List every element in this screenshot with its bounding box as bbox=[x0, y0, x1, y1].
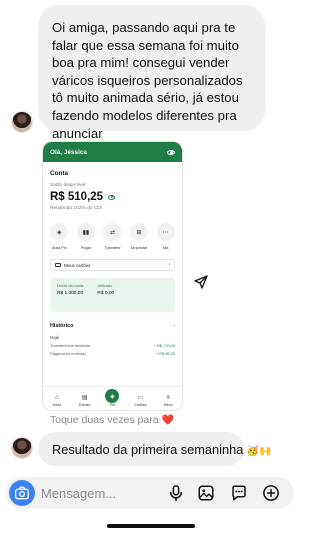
contact-avatar[interactable] bbox=[11, 111, 33, 133]
tab-label: Início bbox=[52, 403, 62, 407]
camera-button[interactable] bbox=[9, 480, 35, 506]
pix-icon: ◈ bbox=[50, 223, 69, 241]
more-icon: ⋯ bbox=[156, 223, 175, 241]
sticker-icon[interactable] bbox=[230, 484, 248, 502]
action-label: Ma bbox=[162, 245, 169, 250]
transfer-icon: ⇄ bbox=[103, 223, 122, 241]
tab-home: ⌂ Início bbox=[47, 395, 67, 407]
used-value: R$ 0,00 bbox=[97, 291, 115, 296]
action-deposit: ⊞ Depositar bbox=[130, 223, 149, 250]
message-text-1: Oi amiga, passando aqui pra te falar que… bbox=[52, 20, 243, 141]
history-header: Histórico › bbox=[50, 323, 175, 329]
used-label: Utilizado bbox=[97, 283, 113, 288]
tab-label: Extrato bbox=[78, 403, 91, 407]
eye-icon bbox=[108, 194, 116, 200]
history-row: Transferência recebida + R$ 170,00 bbox=[50, 343, 175, 348]
action-more: ⋯ Ma bbox=[156, 223, 175, 250]
heart-icon: ❤️ bbox=[161, 415, 174, 426]
home-icon: ⌂ bbox=[55, 395, 59, 401]
limit-box: Limite da conta R$ 1.000,00 Utilizado R$… bbox=[50, 278, 175, 312]
reaction-hint: Toque duas vezes para ❤️ bbox=[50, 414, 174, 426]
action-pix: ◈ Área Pix bbox=[50, 223, 69, 250]
share-icon[interactable] bbox=[193, 274, 209, 290]
my-cards-row: Meus cartões › bbox=[50, 259, 175, 271]
message-text-2: Resultado da primeira semaninha bbox=[52, 442, 244, 457]
tab-statement: ▤ Extrato bbox=[75, 395, 95, 407]
eye-icon bbox=[167, 149, 175, 155]
action-label: Pagar bbox=[80, 245, 92, 250]
camera-icon bbox=[15, 486, 29, 500]
shared-image[interactable]: Olá, Jéssica Conta Saldo disponível R$ 5… bbox=[42, 141, 183, 411]
message-composer bbox=[6, 477, 294, 509]
action-label: Transferir bbox=[104, 245, 121, 250]
history-row: Pagamento recebido + R$ 85,00 bbox=[50, 351, 175, 356]
message-input[interactable] bbox=[41, 483, 161, 503]
barcode-icon: ▮▮ bbox=[76, 223, 95, 241]
message-bubble-1[interactable]: Oi amiga, passando aqui pra te falar que… bbox=[38, 5, 265, 141]
bank-greeting: Olá, Jéssica bbox=[50, 148, 87, 156]
action-transfer: ⇄ Transferir bbox=[103, 223, 122, 250]
history-amount: + R$ 85,00 bbox=[155, 351, 175, 356]
bank-header: Olá, Jéssica bbox=[43, 142, 182, 162]
tab-label: Menu bbox=[163, 403, 173, 407]
action-label: Área Pix bbox=[51, 245, 67, 250]
action-pay: ▮▮ Pagar bbox=[76, 223, 96, 250]
history-description: Transferência recebida bbox=[50, 343, 90, 348]
limit-label: Limite da conta bbox=[57, 283, 84, 288]
balance-label: Saldo disponível bbox=[50, 183, 86, 188]
menu-icon: ≡ bbox=[166, 395, 170, 401]
message-bubble-2[interactable]: Resultado da primeira semaninha 🥳🙌 bbox=[38, 432, 272, 466]
home-indicator bbox=[107, 524, 195, 528]
bank-tab-bar: ⌂ Início ▤ Extrato ◈ Pix ▭ Cartões ≡ Men… bbox=[43, 386, 182, 410]
chevron-right-icon: › bbox=[168, 262, 170, 268]
chevron-right-icon: › bbox=[173, 323, 175, 329]
deposit-icon: ⊞ bbox=[130, 223, 149, 241]
tab-label: Pix bbox=[109, 403, 115, 407]
tab-pix: ◈ Pix bbox=[102, 389, 122, 407]
card-icon: ▭ bbox=[137, 395, 144, 401]
pix-icon: ◈ bbox=[105, 389, 120, 403]
quick-actions: ◈ Área Pix ▮▮ Pagar ⇄ Transferir ⊞ Depos… bbox=[50, 223, 175, 250]
microphone-icon[interactable] bbox=[167, 484, 185, 502]
limit-value: R$ 1.000,00 bbox=[57, 291, 84, 296]
action-label: Depositar bbox=[130, 245, 148, 250]
add-icon[interactable] bbox=[262, 484, 280, 502]
tab-cards: ▭ Cartões bbox=[130, 395, 150, 407]
history-title: Histórico bbox=[50, 323, 74, 329]
statement-icon: ▤ bbox=[81, 395, 88, 401]
contact-avatar[interactable] bbox=[11, 437, 33, 459]
history-description: Pagamento recebido bbox=[50, 351, 86, 356]
tab-label: Cartões bbox=[133, 403, 147, 407]
balance-value: R$ 510,25 bbox=[50, 191, 104, 203]
tab-menu: ≡ Menu bbox=[158, 395, 178, 407]
yield-text: Rendendo 102% do CDI bbox=[50, 206, 103, 211]
message-emojis: 🥳🙌 bbox=[246, 446, 272, 457]
history-day: Hoje bbox=[50, 335, 60, 340]
gallery-icon[interactable] bbox=[197, 484, 215, 502]
my-cards-label: Meus cartões bbox=[64, 262, 91, 268]
card-icon bbox=[55, 262, 61, 268]
reaction-hint-text: Toque duas vezes para bbox=[50, 414, 159, 426]
history-amount: + R$ 170,00 bbox=[153, 343, 175, 348]
account-title: Conta bbox=[50, 170, 69, 177]
